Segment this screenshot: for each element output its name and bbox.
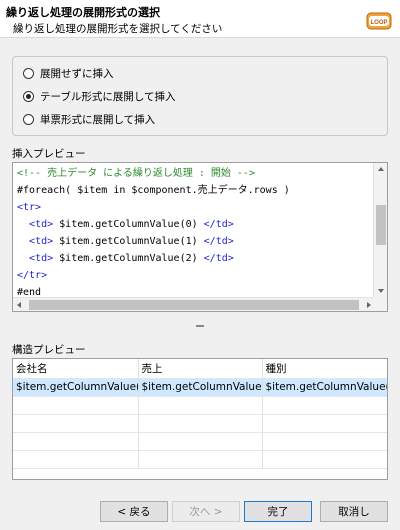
scroll-corner [373, 297, 387, 311]
next-button[interactable]: 次へ > [172, 501, 240, 522]
table-row[interactable] [13, 432, 387, 451]
table-cell[interactable] [13, 414, 139, 433]
splitter-handle[interactable] [196, 325, 204, 327]
option-table-expand[interactable]: テーブル形式に展開して挿入 [23, 88, 176, 104]
column-header-sales[interactable]: 売上 [138, 359, 263, 379]
wizard-subtitle: 繰り返し処理の展開形式を選択してください [13, 23, 223, 35]
scroll-left-icon[interactable] [17, 302, 21, 308]
back-button[interactable]: < 戻る [100, 501, 168, 522]
wizard-header: 繰り返し処理の展開形式の選択 繰り返し処理の展開形式を選択してください LOOP [0, 0, 400, 38]
code-token: <tr> [17, 202, 42, 213]
code-line: <tr> [17, 199, 290, 216]
code-lines: <!-- 売上データ による繰り返し処理 : 開始 --> #foreach( $… [17, 165, 290, 311]
scroll-right-icon[interactable] [367, 302, 371, 308]
code-line: #foreach( $item in $component.売上データ.rows… [17, 182, 290, 199]
table-row[interactable]: $item.getColumnValue(0) $item.getColumnV… [13, 378, 387, 397]
column-header-company[interactable]: 会社名 [13, 359, 139, 379]
table-cell[interactable] [13, 396, 139, 415]
finish-button[interactable]: 完了 [244, 501, 312, 522]
table-cell[interactable] [138, 414, 263, 433]
cancel-button[interactable]: 取消し [320, 501, 388, 522]
table-header-row: 会社名 売上 種別 [13, 359, 387, 379]
option-form-expand-label: 単票形式に展開して挿入 [40, 113, 156, 126]
radio-no-expand[interactable] [23, 67, 34, 79]
loop-icon: LOOP [366, 12, 392, 30]
code-token: $item.getColumnValue(1) [53, 236, 204, 247]
code-token: </td> [203, 253, 234, 264]
table-cell[interactable] [262, 450, 387, 469]
structure-table: 会社名 売上 種別 $item.getColumnValue(0) $item.… [13, 359, 387, 469]
code-token: <!-- 売上データ による繰り返し処理 : 開始 --> [17, 168, 255, 179]
code-hscroll-thumb[interactable] [29, 300, 359, 310]
code-token: <td> [29, 253, 54, 264]
code-token: <td> [29, 236, 54, 247]
code-token: #foreach( $item in $component.売上データ.rows… [17, 185, 290, 196]
code-vertical-scrollbar[interactable] [373, 163, 387, 297]
table-row[interactable] [13, 396, 387, 415]
code-token: </td> [203, 219, 234, 230]
loop-icon-text: LOOP [370, 20, 387, 26]
option-form-expand[interactable]: 単票形式に展開して挿入 [23, 111, 155, 127]
table-cell[interactable] [13, 450, 139, 469]
code-line: <td> $item.getColumnValue(1) </td> [17, 233, 290, 250]
code-horizontal-scrollbar[interactable] [13, 297, 375, 311]
insert-preview-label: 挿入プレビュー [12, 148, 86, 160]
table-cell[interactable] [262, 396, 387, 415]
code-token: </tr> [17, 270, 48, 281]
structure-preview-table[interactable]: 会社名 売上 種別 $item.getColumnValue(0) $item.… [12, 358, 388, 480]
table-cell[interactable]: $item.getColumnValue(1) [138, 378, 263, 397]
table-cell[interactable] [13, 432, 139, 451]
code-token: $item.getColumnValue(0) [53, 219, 204, 230]
table-cell[interactable] [262, 432, 387, 451]
radio-table-expand[interactable] [23, 90, 34, 102]
scroll-up-icon[interactable] [378, 167, 384, 171]
code-line: <!-- 売上データ による繰り返し処理 : 開始 --> [17, 165, 290, 182]
insert-preview-code[interactable]: <!-- 売上データ による繰り返し処理 : 開始 --> #foreach( $… [12, 162, 388, 312]
option-no-expand[interactable]: 展開せずに挿入 [23, 65, 114, 81]
code-token: $item.getColumnValue(2) [53, 253, 204, 264]
option-no-expand-label: 展開せずに挿入 [40, 67, 114, 80]
table-cell[interactable] [138, 450, 263, 469]
option-table-expand-label: テーブル形式に展開して挿入 [40, 90, 176, 103]
wizard-title: 繰り返し処理の展開形式の選択 [6, 6, 160, 19]
table-cell[interactable] [262, 414, 387, 433]
radio-form-expand[interactable] [23, 113, 34, 125]
column-header-type[interactable]: 種別 [262, 359, 387, 379]
code-line: <td> $item.getColumnValue(0) </td> [17, 216, 290, 233]
table-cell[interactable] [138, 396, 263, 415]
table-row[interactable] [13, 450, 387, 469]
code-line: </tr> [17, 267, 290, 284]
table-cell[interactable] [138, 432, 263, 451]
structure-preview-label: 構造プレビュー [12, 344, 86, 356]
code-line: <td> $item.getColumnValue(2) </td> [17, 250, 290, 267]
table-row[interactable] [13, 414, 387, 433]
scroll-down-icon[interactable] [378, 289, 384, 293]
code-token: </td> [203, 236, 234, 247]
code-token: <td> [29, 219, 54, 230]
code-vscroll-thumb[interactable] [376, 205, 386, 245]
table-cell[interactable]: $item.getColumnValue(0) [13, 378, 139, 397]
expansion-options-group: 展開せずに挿入 テーブル形式に展開して挿入 単票形式に展開して挿入 [12, 56, 388, 136]
table-cell[interactable]: $item.getColumnValue(2) [262, 378, 387, 397]
